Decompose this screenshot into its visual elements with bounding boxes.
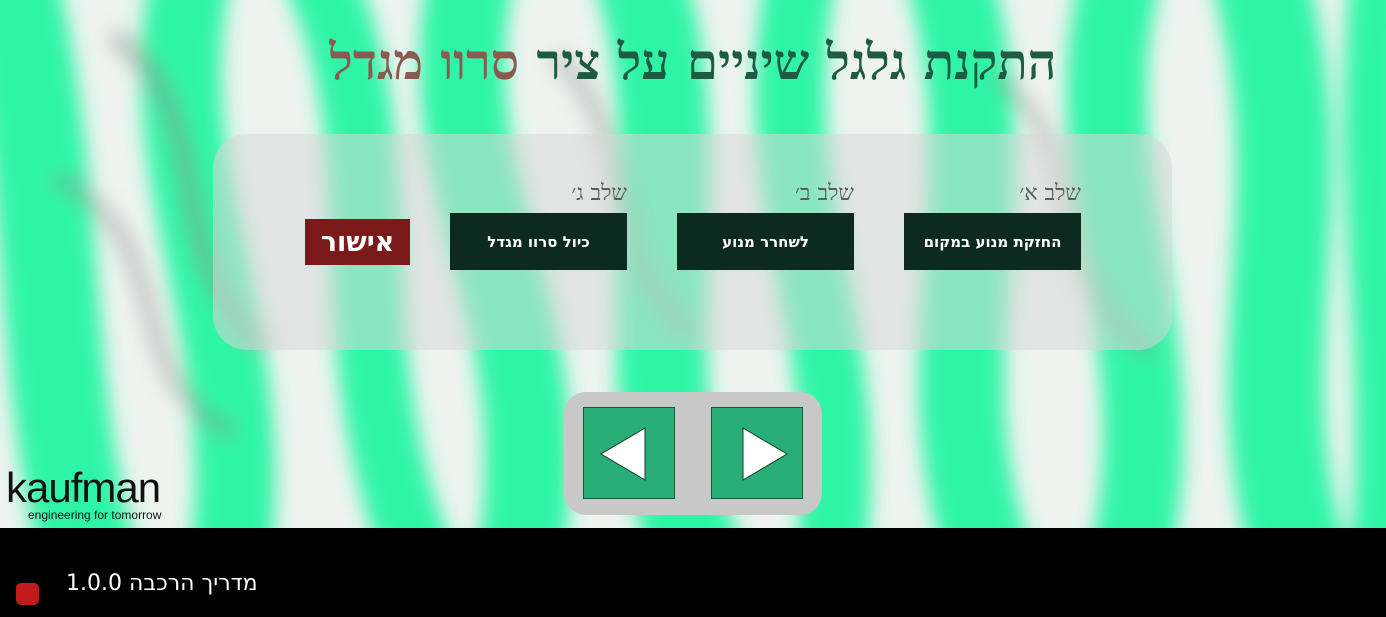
step-label-b: שלב ב׳ — [794, 181, 854, 206]
step-b-button[interactable]: לשחרר מנוע — [677, 213, 854, 270]
triangle-right-icon — [742, 427, 788, 481]
logo-wordmark: kaufman — [6, 464, 161, 511]
step-a-button[interactable]: החזקת מנוע במקום — [904, 213, 1081, 270]
title-accent: סרוו מגדל — [329, 32, 520, 91]
app-version-title: מדריך הרכבה 1.0.0 — [66, 571, 258, 596]
triangle-left-icon — [600, 427, 646, 481]
step-label-c: שלב ג׳ — [571, 181, 627, 206]
main-stage: התקנת גלגל שיניים על ציר סרוו מגדל שלב א… — [0, 0, 1386, 528]
record-button[interactable] — [16, 583, 39, 605]
step-c-button[interactable]: כיול סרוו מגדל — [450, 213, 627, 270]
confirm-button[interactable]: אישור — [305, 219, 410, 265]
kaufman-logo: kaufman engineering for tomorrow — [6, 466, 186, 524]
step-label-a: שלב א׳ — [1019, 181, 1081, 206]
page-title: התקנת גלגל שיניים על ציר סרוו מגדל — [0, 30, 1386, 94]
logo-tagline: engineering for tomorrow — [28, 508, 162, 522]
next-button[interactable] — [711, 407, 803, 499]
prev-button[interactable] — [583, 407, 675, 499]
title-main: התקנת גלגל שיניים על ציר — [536, 32, 1057, 91]
